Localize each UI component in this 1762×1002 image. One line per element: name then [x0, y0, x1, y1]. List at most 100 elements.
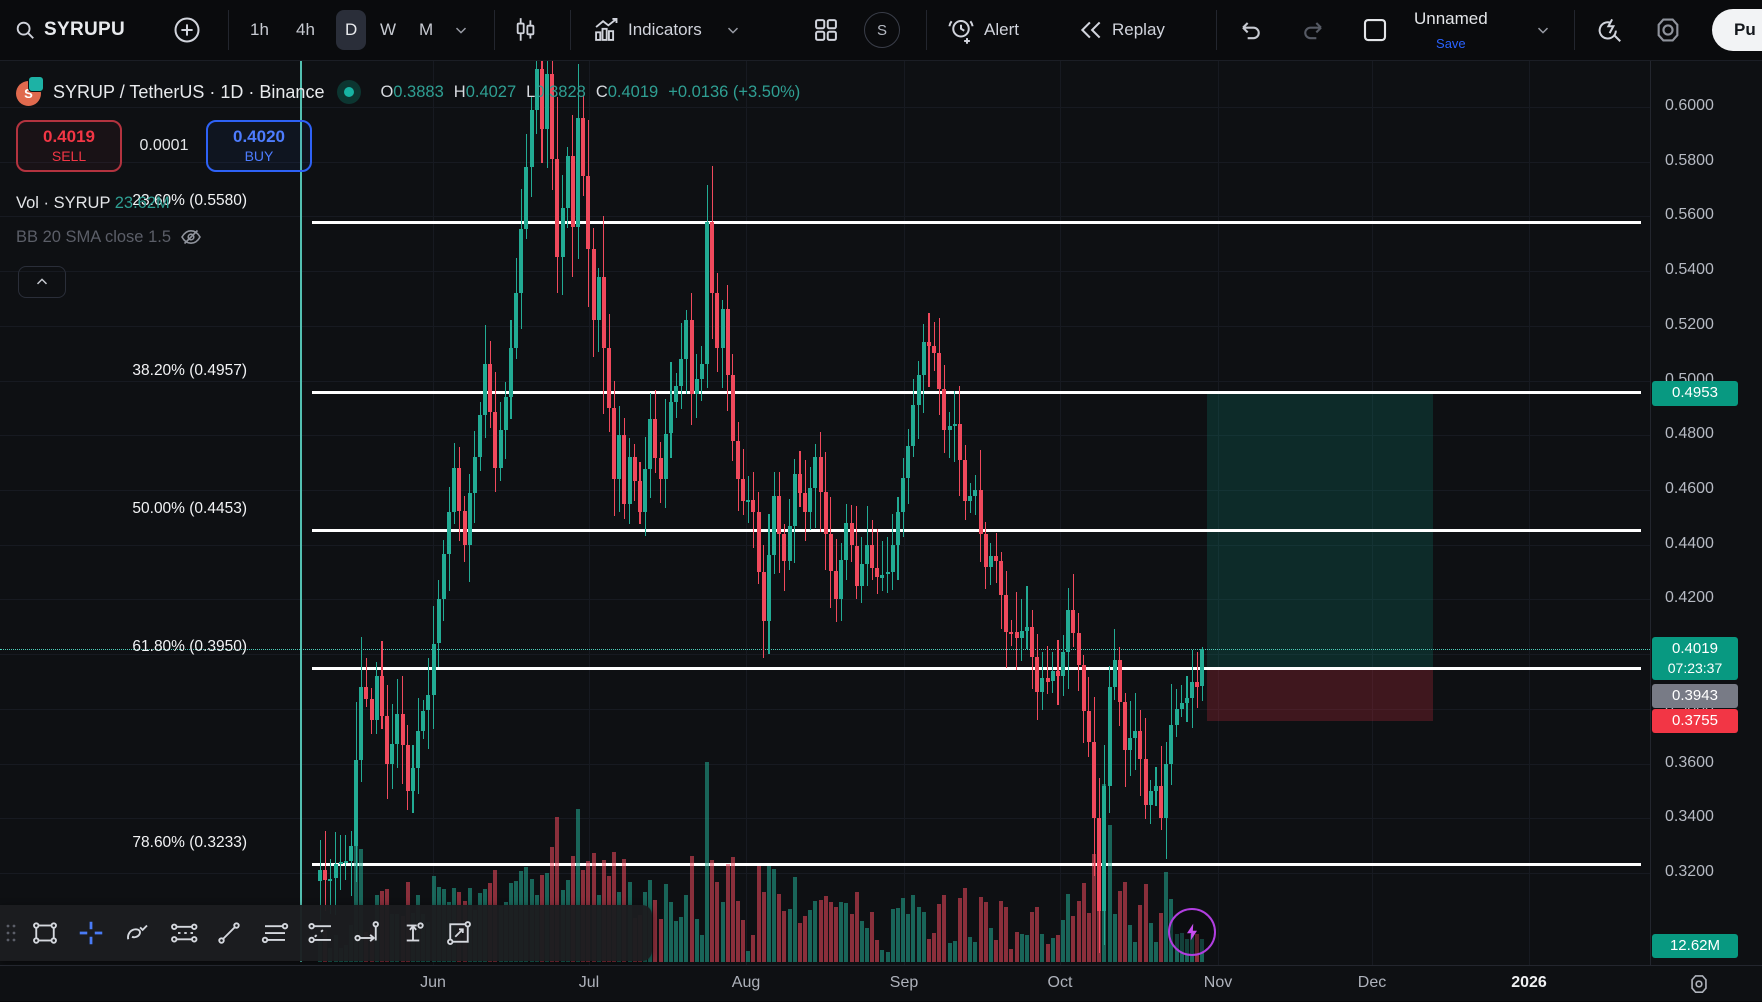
fib-line[interactable] [312, 529, 1641, 533]
time-axis-settings-button[interactable] [1686, 971, 1712, 1002]
low-value: 0.3828 [535, 82, 586, 101]
candle [823, 492, 828, 534]
drag-dots-icon [6, 924, 16, 942]
candle [1009, 632, 1014, 635]
volume-bar [1148, 923, 1153, 962]
candle [648, 418, 653, 469]
quick-search-button[interactable] [1594, 15, 1624, 45]
candle [395, 714, 400, 744]
price-tick: 0.5400 [1665, 261, 1714, 279]
candle [1071, 610, 1076, 634]
publish-button[interactable]: Pu [1712, 9, 1762, 51]
chart-pane[interactable]: 23.60% (0.5580) 38.20% (0.4957) 50.00% (0.… [0, 60, 1650, 965]
grid-line-horizontal [0, 818, 1650, 820]
long-position-stop-box[interactable] [1207, 668, 1433, 722]
volume-bar [999, 901, 1004, 962]
interval-menu-button[interactable] [452, 21, 470, 39]
drawbar-drag-handle[interactable] [0, 922, 22, 944]
horizontal-ray-tool[interactable] [344, 911, 390, 955]
price-tick: 0.3200 [1665, 863, 1714, 881]
symbol-legend-row[interactable]: S SYRUP / TetherUS · 1D · Binance O0.388… [16, 76, 800, 106]
volume-bar [1102, 784, 1107, 962]
candle [1169, 725, 1174, 765]
candle [431, 643, 436, 696]
candle [632, 457, 637, 482]
candle [663, 433, 668, 479]
volume-bar [947, 942, 952, 962]
chart-style-button[interactable] [512, 16, 538, 44]
cross-cursor-tool[interactable] [68, 911, 114, 955]
interval-1h[interactable]: 1h [244, 12, 275, 48]
volume-bar [1159, 913, 1164, 962]
undo-button[interactable] [1236, 16, 1264, 44]
volume-bar [772, 869, 777, 962]
volume-bar [689, 855, 694, 962]
volume-bar [818, 899, 823, 962]
volume-bar [1097, 823, 1102, 962]
price-range-tool[interactable] [390, 911, 436, 955]
eye-off-icon[interactable] [179, 225, 203, 249]
collapse-legend-button[interactable] [18, 266, 66, 298]
volume-bar [1071, 916, 1076, 962]
price-tick: 0.6000 [1665, 96, 1714, 114]
fib-label: 78.60% (0.3233) [132, 834, 247, 851]
settings-button[interactable] [1652, 14, 1684, 46]
brush-tool[interactable] [114, 911, 160, 955]
volume-bar [994, 940, 998, 962]
boost-lightning-button[interactable] [1168, 908, 1216, 956]
fib-line[interactable] [312, 666, 1641, 670]
candle [741, 479, 746, 501]
interval-1d[interactable]: D [336, 10, 367, 50]
rectangle-tool[interactable] [22, 911, 68, 955]
layout-menu-button[interactable] [1534, 21, 1552, 39]
interval-4h[interactable]: 4h [290, 12, 321, 48]
alert-button[interactable]: Alert [946, 15, 1019, 45]
saved-layout-badge[interactable]: S [864, 12, 900, 48]
candle-wick [954, 391, 956, 463]
redo-button[interactable] [1300, 16, 1328, 44]
volume-bar [839, 902, 844, 962]
candle [343, 860, 348, 863]
trendline-icon [218, 922, 240, 944]
volume-bar [1045, 943, 1050, 962]
fib-retracement-tool[interactable] [160, 911, 206, 955]
grid-line-vertical [904, 60, 905, 965]
buy-button[interactable]: 0.4020 BUY [206, 120, 312, 172]
bb-legend-row[interactable]: BB 20 SMA close 1.5 [16, 225, 800, 249]
candle [715, 293, 720, 348]
fib-line[interactable] [312, 863, 1641, 866]
layout-name-button[interactable]: Unnamed Save [1414, 9, 1488, 51]
layout-grid-button[interactable] [812, 16, 840, 44]
search-icon [16, 21, 34, 39]
parallel-lines-tool[interactable] [252, 911, 298, 955]
volume-legend-row[interactable]: Vol · SYRUP 23.62M [16, 194, 800, 213]
price-tick: 0.4400 [1665, 534, 1714, 552]
candle-wick [1181, 684, 1183, 718]
save-link[interactable]: Save [1436, 35, 1466, 51]
date-price-range-tool[interactable] [436, 911, 482, 955]
indicators-button[interactable]: Indicators [592, 16, 742, 44]
candle-wick [1196, 651, 1198, 709]
candle [1159, 785, 1164, 819]
grid-line-horizontal [0, 325, 1650, 327]
interval-1w[interactable]: W [374, 12, 402, 48]
candle [369, 699, 374, 720]
time-axis[interactable]: Jun Jul Aug Sep Oct Nov Dec 2026 [0, 965, 1762, 1001]
sell-button[interactable]: 0.4019 SELL [16, 120, 122, 172]
layout-select-button[interactable] [1360, 15, 1390, 45]
replay-label: Replay [1112, 20, 1165, 39]
axis-badge: 0.3943 [1652, 683, 1738, 709]
interval-1m[interactable]: M [413, 12, 439, 48]
volume-bar [751, 934, 756, 962]
candle-wick [1016, 591, 1018, 671]
candle-wick [1026, 586, 1028, 649]
drawing-toolbar [0, 905, 652, 961]
price-axis[interactable]: 0.6000 0.5800 0.5600 0.5400 0.5200 0.5000 0.48… [1650, 60, 1762, 965]
trendline-tool[interactable] [206, 911, 252, 955]
replay-button[interactable]: Replay [1078, 17, 1165, 43]
symbol-search-button[interactable]: SYRUPU [14, 19, 125, 41]
candle [488, 364, 493, 412]
fib-channel-tool[interactable] [298, 911, 344, 955]
candle [318, 870, 322, 882]
compare-add-button[interactable] [172, 15, 202, 45]
